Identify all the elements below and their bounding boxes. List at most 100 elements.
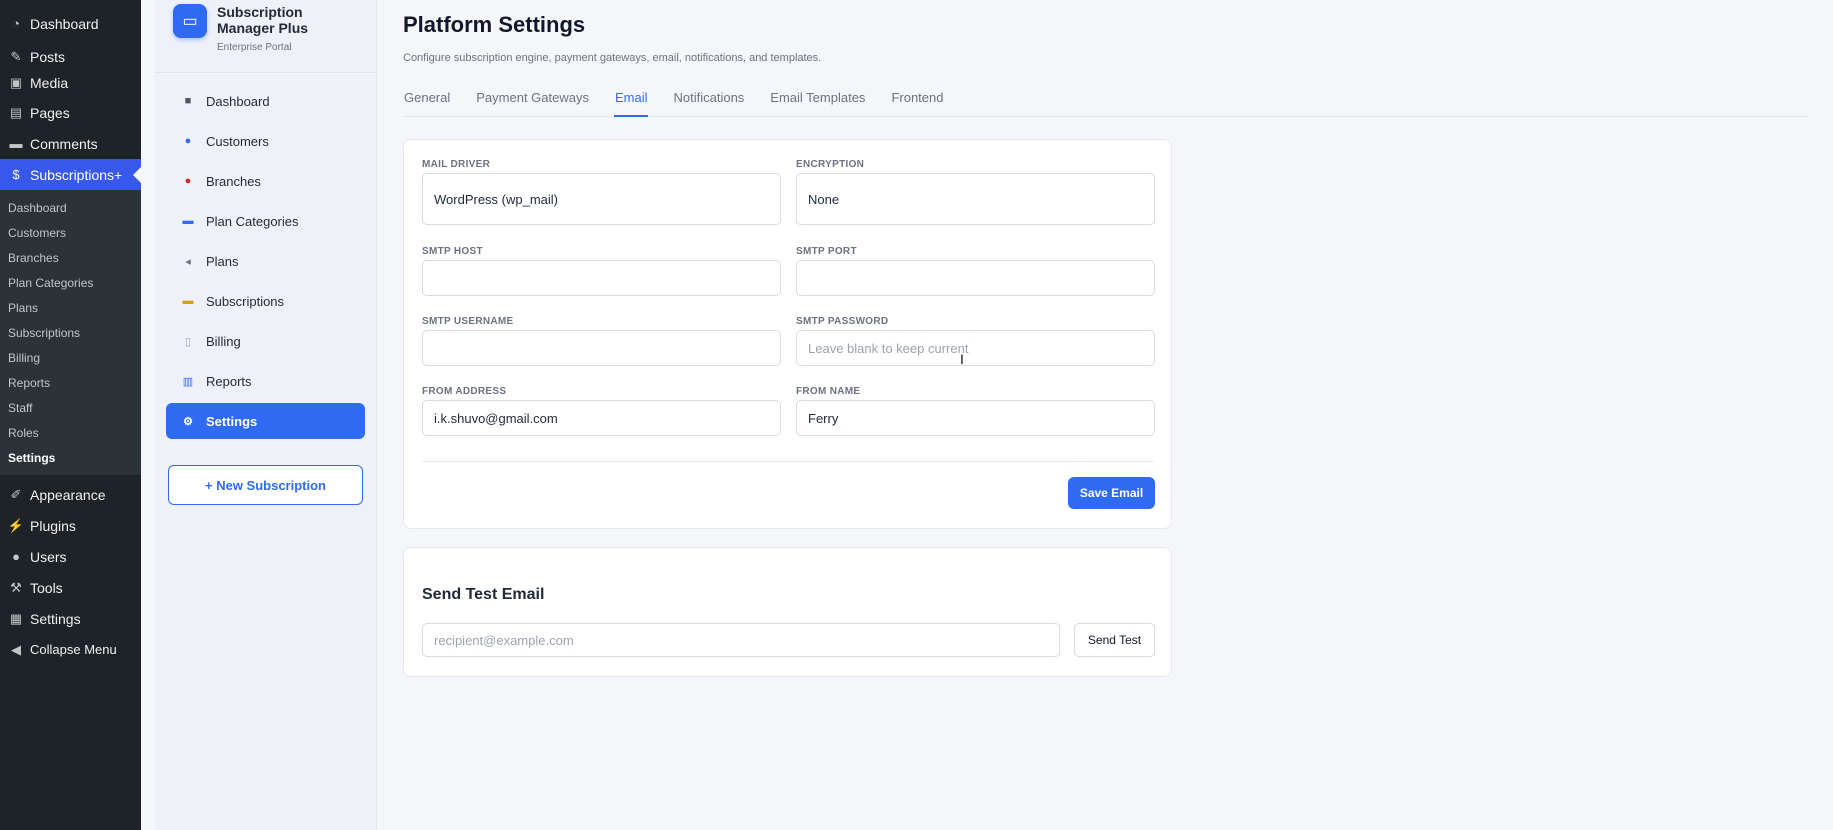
dashboard-icon: ◔	[12, 16, 20, 31]
nav-subscriptions[interactable]: ▬ Subscriptions	[166, 283, 365, 319]
wp-menu-label: Settings	[30, 610, 81, 627]
wp-menu-label: Posts	[30, 48, 66, 65]
from-address-label: FROM ADDRESS	[422, 386, 507, 397]
main-content: Platform Settings Configure subscription…	[403, 0, 1808, 677]
test-email-card: Send Test Email recipient@example.com Se…	[403, 547, 1172, 677]
smtp-password-input[interactable]: Leave blank to keep current	[796, 330, 1155, 366]
wp-menu-plugins[interactable]: ⚡ Plugins	[0, 510, 141, 541]
smtp-username-field: SMTP USERNAME	[422, 316, 781, 366]
settings-tabs: General Payment Gateways Email Notificat…	[403, 90, 1808, 117]
nav-label: Plan Categories	[206, 213, 299, 229]
mail-driver-label: MAIL DRIVER	[422, 159, 491, 170]
new-subscription-button[interactable]: + New Subscription	[168, 465, 363, 505]
smtp-host-field: SMTP HOST	[422, 246, 781, 296]
smtp-username-input[interactable]	[422, 330, 781, 366]
nav-label: Customers	[206, 133, 269, 149]
smtp-password-label: SMTP PASSWORD	[796, 316, 889, 327]
page-subtitle: Configure subscription engine, payment g…	[403, 52, 822, 64]
grid-icon: ■	[184, 95, 192, 107]
credit-card-icon: ▭	[173, 4, 207, 38]
encryption-select[interactable]: None	[796, 173, 1155, 225]
wp-sub-plan-categories[interactable]: Plan Categories	[0, 271, 141, 296]
nav-plan-categories[interactable]: ▬ Plan Categories	[166, 203, 365, 239]
nav-settings[interactable]: ⚙ Settings	[166, 403, 365, 439]
tab-frontend[interactable]: Frontend	[890, 90, 944, 117]
wp-menu-label: Subscriptions+	[30, 166, 123, 183]
comments-icon: ▬	[9, 136, 23, 151]
settings-icon: ▦	[9, 610, 23, 626]
wp-menu-media[interactable]: ▣ Media	[0, 67, 141, 98]
brand-subtitle: Enterprise Portal	[217, 42, 292, 53]
wp-menu-subscriptions[interactable]: $ Subscriptions+	[0, 159, 141, 190]
smtp-password-field: SMTP PASSWORD Leave blank to keep curren…	[796, 316, 1155, 366]
wp-submenu: Dashboard Customers Branches Plan Catego…	[0, 190, 141, 475]
wp-sub-roles[interactable]: Roles	[0, 421, 141, 446]
wp-sub-subscriptions[interactable]: Subscriptions	[0, 321, 141, 346]
wp-menu-collapse[interactable]: ◀ Collapse Menu	[0, 634, 141, 665]
card-icon: ▬	[182, 295, 194, 307]
wp-sub-reports[interactable]: Reports	[0, 371, 141, 396]
wp-sub-plans[interactable]: Plans	[0, 296, 141, 321]
test-email-title: Send Test Email	[422, 586, 545, 603]
encryption-label: ENCRYPTION	[796, 159, 865, 170]
wp-menu-label: Collapse Menu	[30, 642, 117, 657]
wp-menu-settings[interactable]: ▦ Settings	[0, 603, 141, 634]
dollar-icon: $	[12, 167, 20, 182]
wp-menu-tools[interactable]: ⚒ Tools	[0, 572, 141, 603]
chart-icon: ▥	[182, 375, 194, 388]
tab-payment-gateways[interactable]: Payment Gateways	[475, 90, 590, 117]
media-icon: ▣	[9, 74, 23, 90]
pages-icon: ▤	[9, 104, 23, 120]
text-cursor-icon: I	[960, 351, 964, 367]
save-email-button[interactable]: Save Email	[1068, 477, 1155, 509]
page-title: Platform Settings	[403, 12, 586, 37]
wp-menu-label: Tools	[30, 579, 63, 596]
from-name-label: FROM NAME	[796, 386, 861, 397]
nav-branches[interactable]: ● Branches	[166, 163, 365, 199]
wp-sub-dashboard[interactable]: Dashboard	[0, 196, 141, 221]
wp-sub-billing[interactable]: Billing	[0, 346, 141, 371]
nav-plans[interactable]: ◂ Plans	[166, 243, 365, 279]
wp-menu-label: Appearance	[30, 486, 106, 503]
nav-dashboard[interactable]: ■ Dashboard	[166, 83, 365, 119]
wp-menu-users[interactable]: ● Users	[0, 541, 141, 572]
brand: ▭ Subscription Manager Plus Enterprise P…	[155, 0, 376, 73]
encryption-field: ENCRYPTION None	[796, 159, 1155, 225]
wp-menu-appearance[interactable]: ✐ Appearance	[0, 479, 141, 510]
nav-reports[interactable]: ▥ Reports	[166, 363, 365, 399]
from-name-input[interactable]: Ferry	[796, 400, 1155, 436]
wp-menu-comments[interactable]: ▬ Comments	[0, 128, 141, 159]
wp-sub-settings[interactable]: Settings	[0, 446, 141, 471]
wp-menu-label: Plugins	[30, 517, 76, 534]
nav-customers[interactable]: ● Customers	[166, 123, 365, 159]
mail-driver-field: MAIL DRIVER WordPress (wp_mail)	[422, 159, 781, 225]
wp-sub-customers[interactable]: Customers	[0, 221, 141, 246]
tab-notifications[interactable]: Notifications	[672, 90, 745, 117]
wp-menu-label: Users	[30, 548, 67, 565]
from-address-field: FROM ADDRESS i.k.shuvo@gmail.com	[422, 386, 781, 436]
collapse-icon: ◀	[11, 641, 21, 657]
nav-label: Settings	[206, 413, 258, 429]
tab-general[interactable]: General	[403, 90, 451, 117]
wp-sub-staff[interactable]: Staff	[0, 396, 141, 421]
pin-icon: ●	[184, 175, 192, 187]
plugin-nav: ■ Dashboard ● Customers ● Branches ▬ Plan Ca…	[155, 73, 376, 439]
wp-menu-pages[interactable]: ▤ Pages	[0, 97, 141, 128]
wp-admin-menu: ◔ Dashboard ✎ Posts ▣ Media ▤ Pages ▬ Comment…	[0, 0, 141, 830]
tab-email[interactable]: Email	[613, 90, 649, 117]
pin-icon: ✎	[10, 48, 22, 64]
smtp-port-input[interactable]	[796, 260, 1155, 296]
wp-sub-branches[interactable]: Branches	[0, 246, 141, 271]
mail-driver-select[interactable]: WordPress (wp_mail)	[422, 173, 781, 225]
tab-email-templates[interactable]: Email Templates	[769, 90, 866, 117]
nav-label: Billing	[206, 333, 241, 349]
smtp-host-input[interactable]	[422, 260, 781, 296]
plugin-sidebar: ▭ Subscription Manager Plus Enterprise P…	[155, 0, 377, 830]
user-icon: ●	[12, 549, 20, 564]
wp-menu-dashboard[interactable]: ◔ Dashboard	[0, 8, 141, 39]
from-address-input[interactable]: i.k.shuvo@gmail.com	[422, 400, 781, 436]
nav-billing[interactable]: ▯ Billing	[166, 323, 365, 359]
smtp-port-label: SMTP PORT	[796, 246, 857, 257]
test-recipient-input[interactable]: recipient@example.com	[422, 623, 1060, 657]
send-test-button[interactable]: Send Test	[1074, 623, 1155, 657]
